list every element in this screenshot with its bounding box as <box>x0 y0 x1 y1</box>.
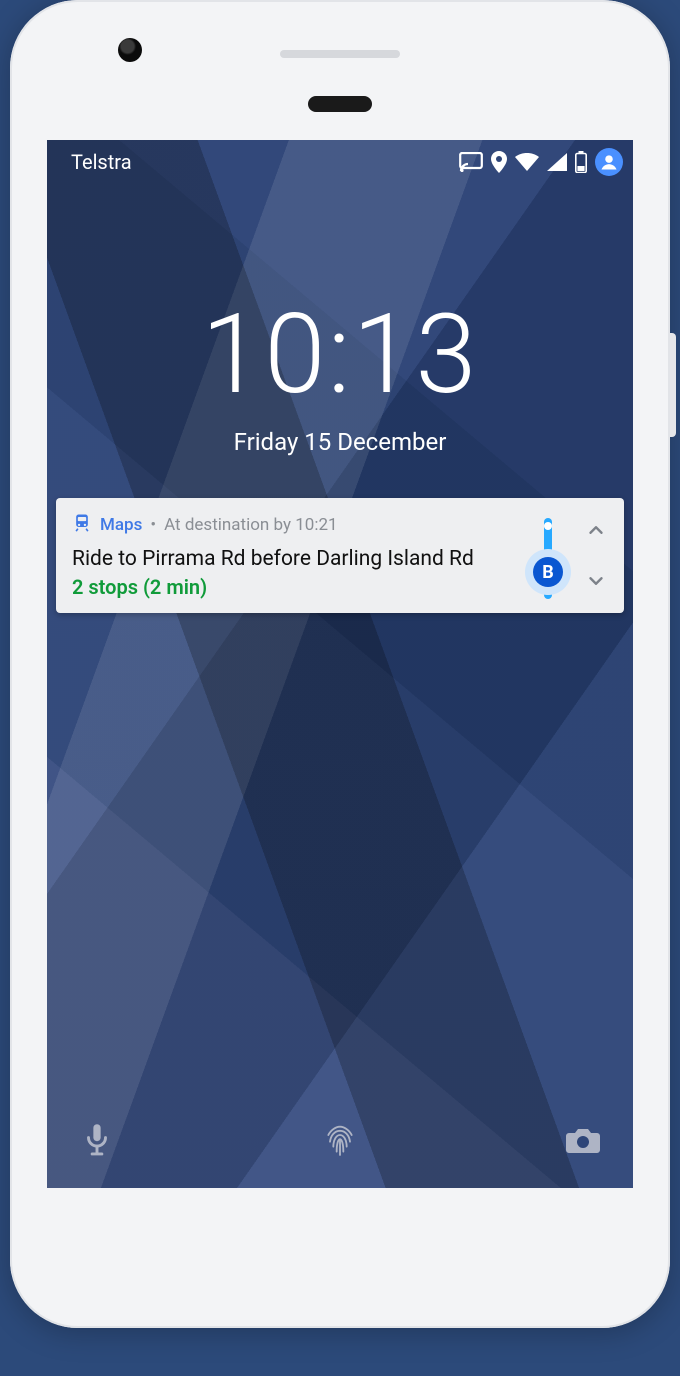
expand-button[interactable] <box>574 563 618 599</box>
profile-avatar[interactable] <box>595 148 623 176</box>
sensor-pill <box>308 96 372 112</box>
notification-app-name: Maps <box>100 515 142 535</box>
front-camera <box>118 38 142 62</box>
fingerprint-button[interactable] <box>314 1114 366 1166</box>
notification-detail: 2 stops (2 min) <box>72 575 570 599</box>
transit-rail-icon: B <box>528 518 568 599</box>
separator-dot: • <box>150 515 156 535</box>
tram-icon <box>72 512 92 537</box>
camera-button[interactable] <box>557 1114 609 1166</box>
cast-icon <box>459 152 483 172</box>
clock-time: 10:13 <box>47 300 633 410</box>
earpiece <box>280 50 400 58</box>
battery-icon <box>575 151 587 173</box>
signal-icon <box>547 153 567 171</box>
voice-assistant-button[interactable] <box>71 1114 123 1166</box>
phone-frame: Telstra <box>10 0 670 1328</box>
screen: Telstra <box>47 140 633 1188</box>
status-bar: Telstra <box>47 140 633 184</box>
transit-line-badge: B <box>533 557 563 587</box>
notification-header: Maps • At destination by 10:21 <box>72 512 570 537</box>
notification-subtitle: At destination by 10:21 <box>164 515 337 535</box>
carrier-label: Telstra <box>71 150 132 174</box>
location-icon <box>491 151 507 173</box>
status-icons <box>459 148 623 176</box>
wifi-icon <box>515 153 539 171</box>
collapse-button[interactable] <box>574 512 618 548</box>
notification-title: Ride to Pirrama Rd before Darling Island… <box>72 547 570 571</box>
lock-clock: 10:13 Friday 15 December <box>47 300 633 456</box>
clock-date: Friday 15 December <box>47 428 633 456</box>
lock-screen-actions <box>47 1092 633 1188</box>
notification-chevrons <box>574 498 618 613</box>
maps-notification[interactable]: Maps • At destination by 10:21 Ride to P… <box>56 498 624 613</box>
